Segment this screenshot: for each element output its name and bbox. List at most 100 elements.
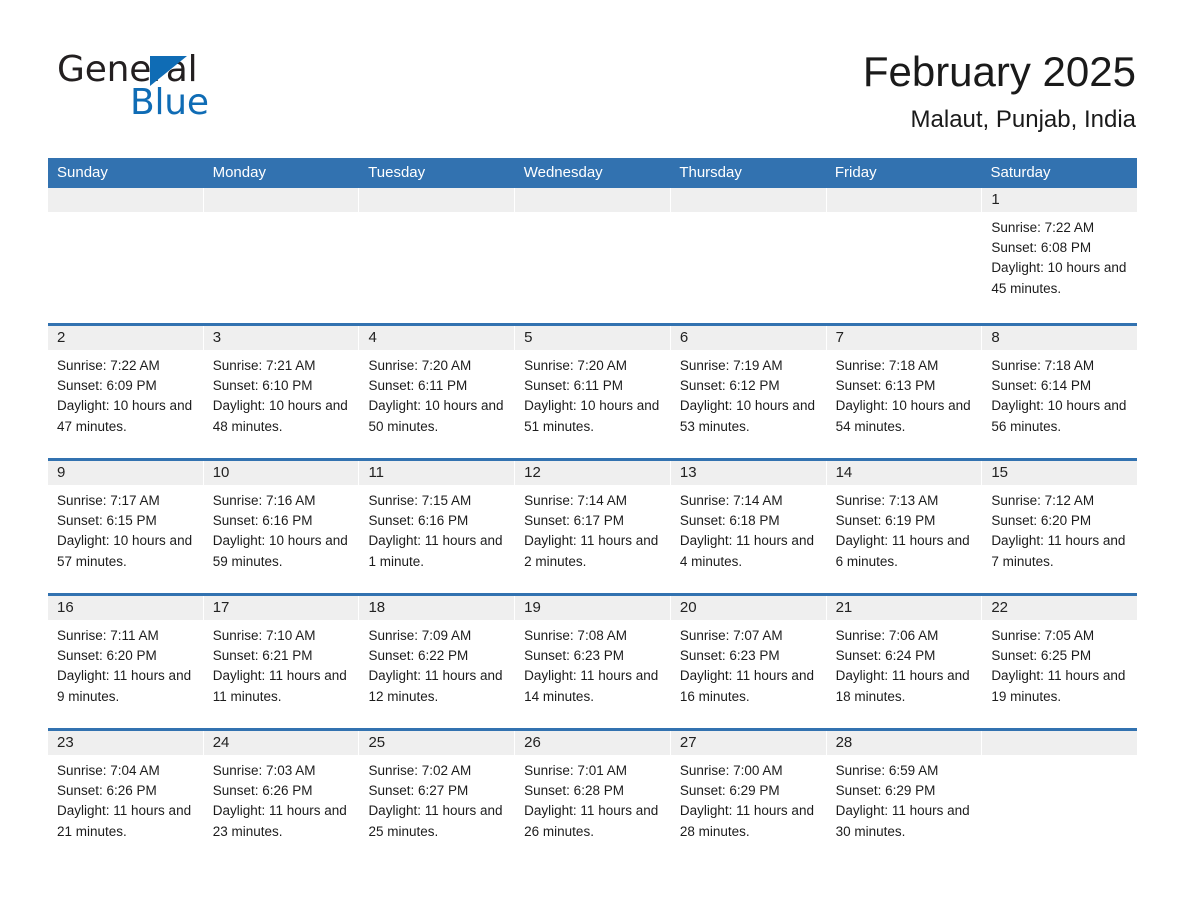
sunrise-text: Sunrise: 7:15 AM bbox=[368, 493, 472, 508]
day-details: Sunrise: 7:04 AM Sunset: 6:26 PM Daylight:… bbox=[48, 755, 203, 842]
sunrise-text: Sunrise: 7:22 AM bbox=[991, 220, 1095, 235]
daylight-text: Daylight: 10 hours and 57 minutes. bbox=[57, 533, 193, 569]
calendar-day-cell[interactable]: 6 Sunrise: 7:19 AM Sunset: 6:12 PM Daylight… bbox=[670, 326, 827, 458]
calendar-day-cell[interactable]: 22 Sunrise: 7:05 AM Sunset: 6:25 PM Dayligh… bbox=[982, 596, 1138, 728]
calendar-day-cell[interactable]: 16 Sunrise: 7:11 AM Sunset: 6:20 PM Dayligh… bbox=[48, 596, 204, 728]
sunset-text: Sunset: 6:14 PM bbox=[991, 378, 1092, 394]
calendar-day-cell[interactable]: 14 Sunrise: 7:13 AM Sunset: 6:19 PM Dayligh… bbox=[826, 461, 983, 593]
daylight-text: Daylight: 11 hours and 4 minutes. bbox=[679, 533, 814, 569]
day-number bbox=[670, 188, 826, 212]
calendar-day-cell-empty bbox=[982, 731, 1138, 863]
day-number: 20 bbox=[670, 596, 826, 620]
calendar-day-cell-empty bbox=[48, 188, 204, 323]
day-details: Sunrise: 7:03 AM Sunset: 6:26 PM Daylight:… bbox=[204, 755, 359, 842]
calendar-day-cell[interactable]: 24 Sunrise: 7:03 AM Sunset: 6:26 PM Dayligh… bbox=[203, 731, 360, 863]
calendar-day-cell[interactable]: 7 Sunrise: 7:18 AM Sunset: 6:13 PM Daylight… bbox=[826, 326, 983, 458]
page-subtitle: Malaut, Punjab, India bbox=[910, 106, 1136, 133]
calendar-day-cell[interactable]: 10 Sunrise: 7:16 AM Sunset: 6:16 PM Dayligh… bbox=[203, 461, 360, 593]
sunrise-text: Sunrise: 7:03 AM bbox=[212, 763, 316, 778]
sunset-text: Sunset: 6:09 PM bbox=[57, 378, 157, 394]
day-number: 9 bbox=[48, 461, 203, 485]
sunrise-text: Sunrise: 7:20 AM bbox=[368, 358, 472, 373]
sunset-text: Sunset: 6:29 PM bbox=[835, 783, 936, 799]
day-number: 7 bbox=[826, 326, 982, 350]
calendar-day-cell[interactable]: 1 Sunrise: 7:22 AM Sunset: 6:08 PM Daylight… bbox=[982, 188, 1138, 323]
day-details: Sunrise: 7:00 AM Sunset: 6:29 PM Daylight:… bbox=[671, 755, 826, 842]
calendar-day-cell[interactable]: 13 Sunrise: 7:14 AM Sunset: 6:18 PM Dayligh… bbox=[670, 461, 827, 593]
calendar-day-cell[interactable]: 27 Sunrise: 7:00 AM Sunset: 6:29 PM Dayligh… bbox=[670, 731, 827, 863]
day-number: 15 bbox=[982, 461, 1138, 485]
calendar-day-cell[interactable]: 2 Sunrise: 7:22 AM Sunset: 6:09 PM Daylight… bbox=[48, 326, 204, 458]
weekday-header-wednesday: Wednesday bbox=[523, 164, 603, 181]
calendar-day-cell[interactable]: 9 Sunrise: 7:17 AM Sunset: 6:15 PM Daylight… bbox=[48, 461, 204, 593]
general-blue-logo[interactable]: General Blue bbox=[57, 50, 357, 130]
weekday-header-saturday: Saturday bbox=[990, 164, 1051, 181]
calendar-day-cell[interactable]: 3 Sunrise: 7:21 AM Sunset: 6:10 PM Daylight… bbox=[203, 326, 360, 458]
calendar-day-cell-empty bbox=[826, 188, 983, 323]
sunset-text: Sunset: 6:08 PM bbox=[991, 240, 1092, 256]
sunrise-text: Sunrise: 7:14 AM bbox=[679, 493, 783, 508]
title-block: February 2025 Malaut, Punjab, India bbox=[863, 46, 1136, 136]
sunset-text: Sunset: 6:23 PM bbox=[524, 648, 624, 664]
calendar-day-cell[interactable]: 12 Sunrise: 7:14 AM Sunset: 6:17 PM Dayligh… bbox=[515, 461, 671, 593]
calendar-grid: Sunday Monday Tuesday Wednesday Thursday Frid… bbox=[48, 158, 1138, 863]
day-details: Sunrise: 7:22 AM Sunset: 6:09 PM Daylight:… bbox=[48, 350, 203, 437]
daylight-text: Daylight: 11 hours and 7 minutes. bbox=[991, 533, 1126, 569]
day-details: Sunrise: 7:18 AM Sunset: 6:14 PM Daylight:… bbox=[982, 350, 1137, 437]
sunrise-text: Sunrise: 7:00 AM bbox=[679, 763, 783, 778]
daylight-text: Daylight: 11 hours and 21 minutes. bbox=[57, 803, 192, 839]
calendar-day-cell[interactable]: 15 Sunrise: 7:12 AM Sunset: 6:20 PM Dayligh… bbox=[982, 461, 1138, 593]
calendar-day-cell[interactable]: 26 Sunrise: 7:01 AM Sunset: 6:28 PM Dayligh… bbox=[515, 731, 671, 863]
calendar-day-cell[interactable]: 23 Sunrise: 7:04 AM Sunset: 6:26 PM Dayligh… bbox=[48, 731, 204, 863]
day-details: Sunrise: 7:06 AM Sunset: 6:24 PM Daylight:… bbox=[827, 620, 982, 707]
daylight-text: Daylight: 11 hours and 30 minutes. bbox=[835, 803, 970, 839]
weekday-header-friday: Friday bbox=[834, 164, 877, 181]
day-details: Sunrise: 7:19 AM Sunset: 6:12 PM Daylight:… bbox=[671, 350, 826, 437]
day-details: Sunrise: 7:12 AM Sunset: 6:20 PM Daylight:… bbox=[982, 485, 1137, 572]
calendar-day-cell[interactable]: 5 Sunrise: 7:20 AM Sunset: 6:11 PM Daylight… bbox=[515, 326, 671, 458]
daylight-text: Daylight: 10 hours and 56 minutes. bbox=[991, 398, 1127, 434]
daylight-text: Daylight: 11 hours and 6 minutes. bbox=[835, 533, 970, 569]
day-number: 28 bbox=[826, 731, 982, 755]
calendar-week-row: 23 Sunrise: 7:04 AM Sunset: 6:26 PM Dayligh… bbox=[48, 728, 1138, 863]
sunrise-text: Sunrise: 7:12 AM bbox=[991, 493, 1095, 508]
calendar-day-cell[interactable]: 21 Sunrise: 7:06 AM Sunset: 6:24 PM Dayligh… bbox=[826, 596, 983, 728]
day-number: 14 bbox=[826, 461, 982, 485]
calendar-day-cell[interactable]: 28 Sunrise: 6:59 AM Sunset: 6:29 PM Dayligh… bbox=[826, 731, 983, 863]
calendar-day-cell[interactable]: 19 Sunrise: 7:08 AM Sunset: 6:23 PM Dayligh… bbox=[515, 596, 671, 728]
day-details: Sunrise: 7:08 AM Sunset: 6:23 PM Daylight:… bbox=[515, 620, 670, 707]
daylight-text: Daylight: 10 hours and 59 minutes. bbox=[212, 533, 348, 569]
sunrise-text: Sunrise: 7:19 AM bbox=[679, 358, 783, 373]
calendar-day-cell[interactable]: 11 Sunrise: 7:15 AM Sunset: 6:16 PM Dayligh… bbox=[359, 461, 516, 593]
sunset-text: Sunset: 6:15 PM bbox=[57, 513, 157, 529]
day-number: 27 bbox=[670, 731, 826, 755]
calendar-day-cell[interactable]: 20 Sunrise: 7:07 AM Sunset: 6:23 PM Dayligh… bbox=[670, 596, 827, 728]
sunrise-text: Sunrise: 7:17 AM bbox=[57, 493, 160, 508]
weekday-header-monday: Monday bbox=[212, 164, 266, 181]
calendar-day-cell[interactable]: 8 Sunrise: 7:18 AM Sunset: 6:14 PM Daylight… bbox=[982, 326, 1138, 458]
sunset-text: Sunset: 6:19 PM bbox=[835, 513, 936, 529]
day-number bbox=[48, 188, 203, 212]
day-details: Sunrise: 7:14 AM Sunset: 6:18 PM Daylight:… bbox=[671, 485, 826, 572]
daylight-text: Daylight: 11 hours and 19 minutes. bbox=[991, 668, 1126, 704]
daylight-text: Daylight: 11 hours and 9 minutes. bbox=[57, 668, 192, 704]
daylight-text: Daylight: 11 hours and 18 minutes. bbox=[835, 668, 970, 704]
day-number: 25 bbox=[359, 731, 515, 755]
calendar-day-cell[interactable]: 4 Sunrise: 7:20 AM Sunset: 6:11 PM Daylight… bbox=[359, 326, 516, 458]
calendar-day-cell[interactable]: 25 Sunrise: 7:02 AM Sunset: 6:27 PM Dayligh… bbox=[359, 731, 516, 863]
calendar-day-cell[interactable]: 17 Sunrise: 7:10 AM Sunset: 6:21 PM Dayligh… bbox=[203, 596, 360, 728]
calendar-day-cell[interactable]: 18 Sunrise: 7:09 AM Sunset: 6:22 PM Dayligh… bbox=[359, 596, 516, 728]
day-number: 3 bbox=[203, 326, 359, 350]
calendar-day-cell-empty bbox=[515, 188, 671, 323]
sunrise-text: Sunrise: 7:14 AM bbox=[524, 493, 627, 508]
calendar-weeks: 1 Sunrise: 7:22 AM Sunset: 6:08 PM Daylight… bbox=[48, 188, 1138, 863]
sunrise-text: Sunrise: 7:01 AM bbox=[524, 763, 627, 778]
sunset-text: Sunset: 6:28 PM bbox=[524, 783, 624, 799]
day-number: 5 bbox=[515, 326, 670, 350]
daylight-text: Daylight: 11 hours and 14 minutes. bbox=[524, 668, 659, 704]
sunrise-text: Sunrise: 7:08 AM bbox=[524, 628, 627, 643]
sunset-text: Sunset: 6:17 PM bbox=[524, 513, 624, 529]
day-details: Sunrise: 7:11 AM Sunset: 6:20 PM Daylight:… bbox=[48, 620, 203, 707]
day-number bbox=[826, 188, 982, 212]
sunset-text: Sunset: 6:16 PM bbox=[212, 513, 313, 529]
